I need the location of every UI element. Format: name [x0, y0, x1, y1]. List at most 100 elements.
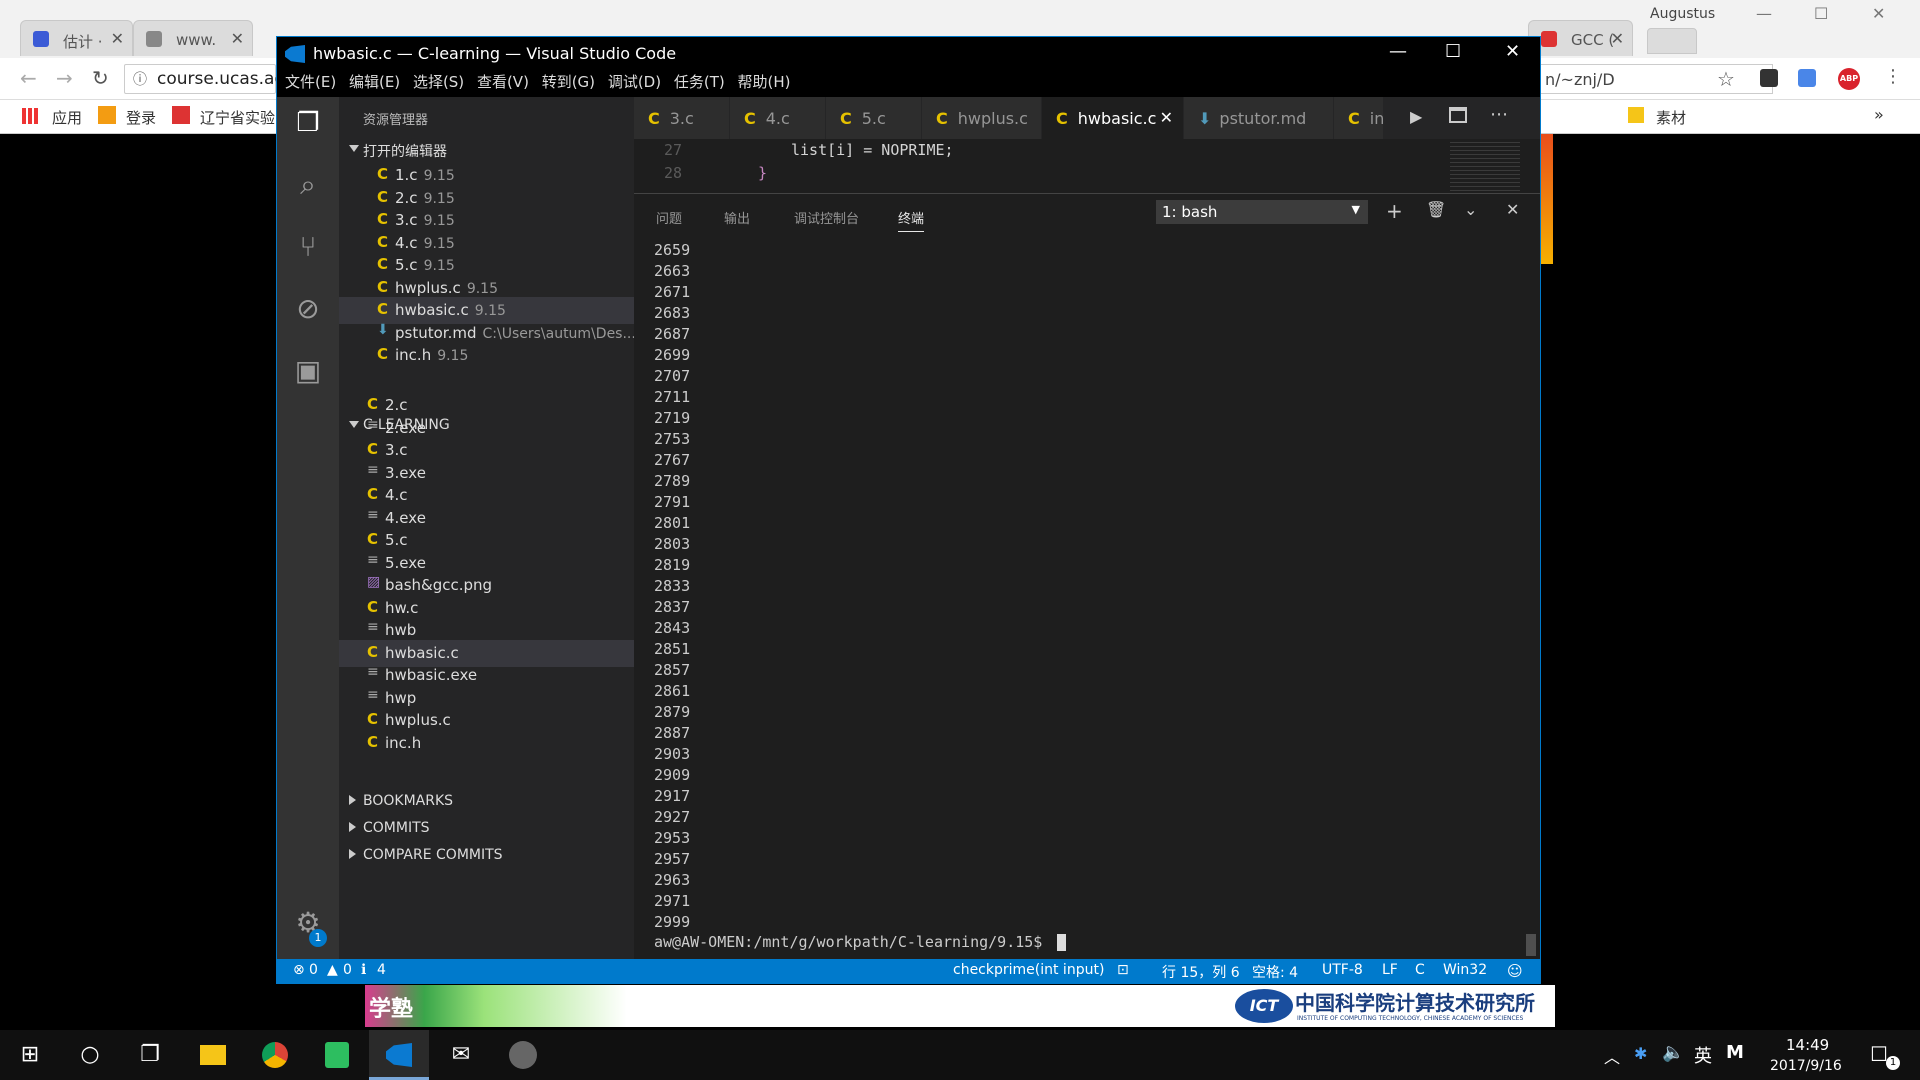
tab-output[interactable]: 输出	[724, 208, 750, 227]
tab-problems[interactable]: 问题	[656, 208, 682, 227]
reload-icon[interactable]: ↻	[92, 66, 109, 90]
bluetooth-icon[interactable]: ✱	[1634, 1044, 1647, 1063]
minimize-icon[interactable]: —	[1756, 4, 1772, 23]
menu-view[interactable]: 查看(V)	[477, 71, 529, 92]
tab-pstutor[interactable]: ⬇ pstutor.md	[1184, 97, 1334, 139]
ime-indicator[interactable]: 英	[1694, 1042, 1712, 1068]
vscode-taskbar-icon[interactable]	[369, 1030, 429, 1080]
back-icon[interactable]: ←	[20, 66, 37, 90]
translate-icon[interactable]	[1798, 69, 1816, 87]
menu-go[interactable]: 转到(G)	[542, 71, 595, 92]
forward-icon[interactable]: →	[56, 66, 73, 90]
status-eol[interactable]: LF	[1382, 962, 1398, 978]
info-icon[interactable]: ℹ	[361, 962, 366, 978]
star-icon[interactable]: ☆	[1717, 67, 1735, 91]
search-icon[interactable]: ⌕	[292, 169, 324, 201]
menu-selection[interactable]: 选择(S)	[413, 71, 464, 92]
warning-count[interactable]: 0	[343, 962, 352, 978]
maximize-icon[interactable]: ☐	[1445, 41, 1461, 62]
menu-file[interactable]: 文件(E)	[285, 71, 336, 92]
info-count[interactable]: 4	[377, 962, 386, 978]
open-editors-header[interactable]: 打开的编辑器	[339, 135, 634, 162]
extension-icon[interactable]	[1760, 69, 1778, 87]
compare-commits-section[interactable]: COMPARE COMMITS	[339, 841, 634, 868]
close-icon[interactable]: ✕	[231, 29, 244, 48]
tab-terminal[interactable]: 终端	[898, 208, 925, 232]
tab-debug-console[interactable]: 调试控制台	[794, 208, 859, 227]
app-icon[interactable]	[493, 1030, 553, 1080]
menu-help[interactable]: 帮助(H)	[738, 71, 791, 92]
file-item[interactable]: Cinc.h 9.15	[339, 342, 634, 369]
bookmark-sucai[interactable]: 素材	[1656, 107, 1686, 128]
tab-3c[interactable]: C 3.c	[634, 97, 730, 139]
adblock-icon[interactable]: ABP	[1838, 68, 1860, 90]
split-editor-icon[interactable]	[1449, 107, 1467, 123]
menu-edit[interactable]: 编辑(E)	[349, 71, 400, 92]
windows-start-icon[interactable]: ⊞	[0, 1030, 60, 1080]
terminal-prompt[interactable]: aw@AW-OMEN:/mnt/g/workpath/C-learning/9.…	[654, 933, 1067, 951]
run-icon[interactable]: ▶	[1410, 107, 1422, 126]
errors-icon[interactable]: ⊗	[293, 962, 305, 978]
terminal-icon[interactable]: ⊡	[1117, 962, 1129, 978]
bookmarks-overflow[interactable]: »	[1874, 105, 1884, 124]
chevron-up-icon[interactable]: ︿	[1604, 1044, 1620, 1068]
bookmark-login[interactable]: 登录	[126, 107, 156, 128]
browser-tab[interactable]: GCC (✕	[1528, 20, 1633, 56]
code-editor[interactable]: 27 list[i] = NOPRIME; 28 }	[634, 139, 1540, 193]
explorer-icon[interactable]: ❐	[292, 107, 324, 139]
extensions-icon[interactable]: ▣	[292, 355, 324, 387]
status-platform[interactable]: Win32	[1443, 962, 1487, 978]
trash-icon[interactable]: 🗑	[1426, 200, 1446, 219]
address-bar-right[interactable]: n/~znj/D ☆	[1541, 64, 1773, 94]
close-icon[interactable]: ✕	[111, 29, 124, 48]
warning-icon[interactable]: ▲	[327, 962, 338, 978]
close-icon[interactable]: ✕	[1872, 4, 1885, 23]
maximize-icon[interactable]: ☐	[1814, 4, 1828, 23]
minimize-icon[interactable]: —	[1389, 41, 1407, 62]
browser-tab[interactable]: 估计 · ✕	[20, 20, 133, 56]
ime-mode-icon[interactable]: M	[1726, 1042, 1744, 1063]
debug-icon[interactable]: ⊘	[292, 293, 324, 325]
chrome-icon[interactable]	[245, 1030, 305, 1080]
add-icon[interactable]: +	[1386, 199, 1403, 223]
tab-inc[interactable]: Cin	[1334, 97, 1384, 139]
clock-time[interactable]: 14:49	[1786, 1036, 1829, 1054]
tab-5c[interactable]: C 5.c	[826, 97, 922, 139]
status-spaces[interactable]: 空格: 4	[1252, 962, 1298, 982]
clock-date[interactable]: 2017/9/16	[1770, 1058, 1842, 1074]
scrollbar[interactable]	[1526, 934, 1536, 956]
mail-icon[interactable]: ✉	[431, 1030, 491, 1080]
status-function[interactable]: checkprime(int input)	[953, 962, 1104, 978]
menu-debug[interactable]: 调试(D)	[608, 71, 661, 92]
status-language[interactable]: C	[1415, 962, 1425, 978]
new-tab-button[interactable]	[1647, 28, 1697, 54]
menu-tasks[interactable]: 任务(T)	[674, 71, 725, 92]
chevron-down-icon[interactable]: ⌄	[1464, 200, 1477, 219]
bookmark-liaoning[interactable]: 辽宁省实验	[200, 107, 275, 128]
cortana-icon[interactable]: ○	[60, 1030, 120, 1080]
status-position[interactable]: 行 15，列 6	[1162, 962, 1240, 982]
profile-name[interactable]: Augustus	[1650, 6, 1715, 22]
close-icon[interactable]: ✕	[1506, 200, 1519, 219]
source-control-icon[interactable]: ⑂	[292, 231, 324, 263]
tab-hwplus[interactable]: Chwplus.c	[922, 97, 1042, 139]
tab-4c[interactable]: C 4.c	[730, 97, 826, 139]
error-count[interactable]: 0	[309, 962, 318, 978]
menu-icon[interactable]: ⋮	[1884, 66, 1902, 87]
commits-section[interactable]: COMMITS	[339, 814, 634, 841]
tab-hwbasic[interactable]: Chwbasic.c ✕	[1042, 97, 1184, 139]
smiley-icon[interactable]: ☺	[1507, 962, 1523, 980]
close-icon[interactable]: ✕	[1160, 108, 1173, 127]
browser-tab[interactable]: www. ✕	[133, 20, 253, 56]
file-item[interactable]: Cinc.h	[339, 730, 634, 757]
address-bar[interactable]: ⓘ course.ucas.ac	[124, 64, 284, 94]
more-icon[interactable]: ⋯	[1490, 104, 1508, 125]
task-view-icon[interactable]: ❐	[120, 1030, 180, 1080]
bookmark-apps[interactable]: 应用	[52, 107, 82, 128]
terminal-output[interactable]: 2659 2663 2671 2683 2687 2699 2707 2711 2719 2753…	[654, 240, 690, 933]
status-encoding[interactable]: UTF-8	[1322, 962, 1363, 978]
bookmarks-section[interactable]: BOOKMARKS	[339, 787, 634, 814]
volume-icon[interactable]: 🔈	[1662, 1042, 1684, 1063]
terminal-select[interactable]: 1: bash ▼	[1156, 200, 1368, 224]
file-explorer-icon[interactable]	[183, 1030, 243, 1080]
